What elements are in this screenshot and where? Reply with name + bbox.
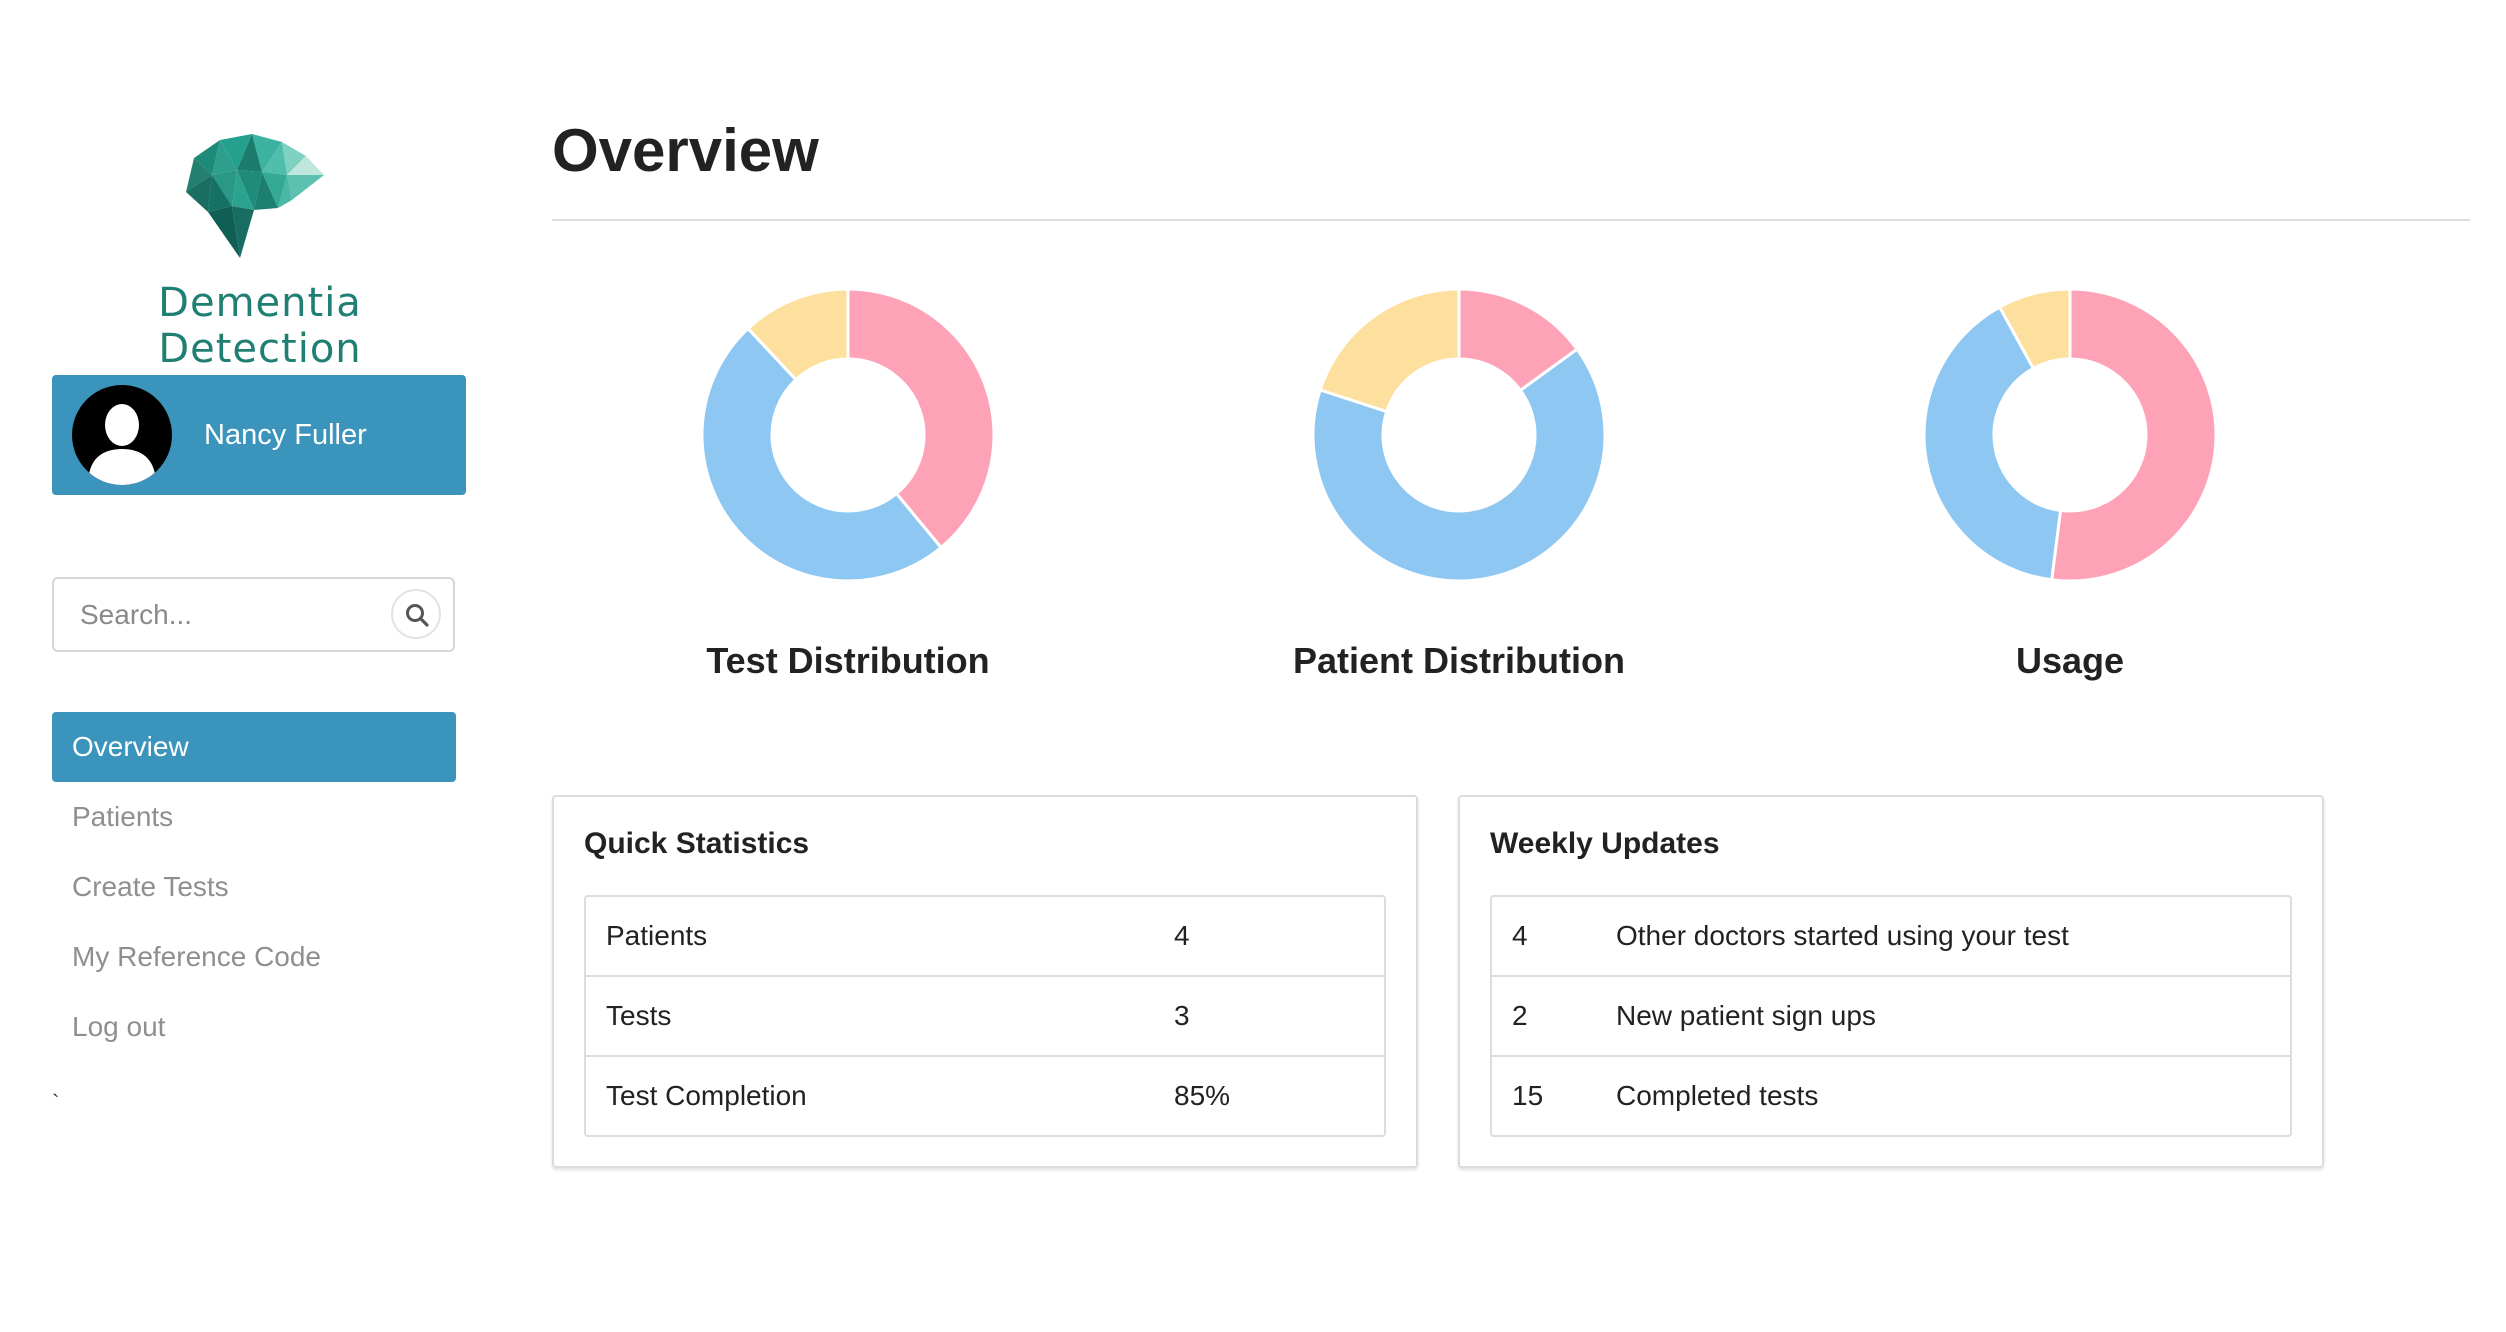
search-icon	[406, 604, 429, 627]
chart-title: Patient Distribution	[1293, 640, 1625, 681]
card-title: Quick Statistics	[584, 827, 810, 860]
usage-donut	[1922, 287, 2218, 583]
donut-slice-0	[2050, 287, 2218, 583]
table-row: 15 Completed tests	[1492, 1055, 2290, 1135]
chart-title: Test Distribution	[706, 640, 990, 681]
stat-label: Tests	[606, 1000, 672, 1031]
page-title: Overview	[552, 117, 819, 184]
update-count: 15	[1512, 1080, 1544, 1111]
update-text: Completed tests	[1616, 1080, 1819, 1111]
sidebar-item-log-out[interactable]: Log out	[52, 992, 456, 1062]
user-silhouette-icon	[72, 385, 172, 485]
quick-statistics-card: Quick Statistics Patients 4 Tests 3 Test…	[552, 795, 1418, 1168]
search-box	[52, 577, 455, 652]
brand-name: Dementia Detection	[158, 280, 362, 372]
quick-statistics-table: Patients 4 Tests 3 Test Completion 85%	[584, 895, 1386, 1137]
stray-mark: `	[52, 1090, 60, 1115]
usage-chart: Usage	[1770, 285, 2370, 705]
sidebar-item-create-tests[interactable]: Create Tests	[52, 852, 456, 922]
sidebar-item-my-reference-code[interactable]: My Reference Code	[52, 922, 456, 992]
brand-logo: Dementia Detection	[52, 130, 468, 372]
search-input[interactable]	[54, 579, 400, 650]
card-title: Weekly Updates	[1490, 827, 1720, 860]
update-text: New patient sign ups	[1616, 1000, 1876, 1031]
update-text: Other doctors started using your test	[1616, 920, 2069, 951]
patient-distribution-chart: Patient Distribution	[1159, 285, 1759, 705]
brain-logo-icon	[186, 134, 324, 258]
sidebar-item-patients[interactable]: Patients	[52, 782, 456, 852]
weekly-updates-table: 4 Other doctors started using your test …	[1490, 895, 2292, 1137]
user-profile-card[interactable]: Nancy Fuller	[52, 375, 466, 495]
stat-value: 85%	[1174, 1080, 1231, 1111]
stat-label: Patients	[606, 920, 708, 951]
table-row: Patients 4	[586, 897, 1384, 975]
update-count: 4	[1512, 920, 1528, 951]
table-row: Test Completion 85%	[586, 1055, 1384, 1135]
table-row: 4 Other doctors started using your test	[1492, 897, 2290, 975]
stat-value: 4	[1174, 920, 1190, 951]
test-distribution-chart: Test Distribution	[548, 285, 1148, 705]
update-count: 2	[1512, 1000, 1528, 1031]
stat-label: Test Completion	[606, 1080, 807, 1111]
chart-title: Usage	[2015, 640, 2125, 681]
user-name: Nancy Fuller	[204, 419, 367, 451]
sidebar-item-overview[interactable]: Overview	[52, 712, 456, 782]
table-row: Tests 3	[586, 975, 1384, 1055]
stat-value: 3	[1174, 1000, 1190, 1031]
donut-slice-2	[1318, 287, 1461, 414]
patient-distribution-donut	[1311, 287, 1607, 583]
title-divider	[552, 219, 2470, 221]
table-row: 2 New patient sign ups	[1492, 975, 2290, 1055]
weekly-updates-card: Weekly Updates 4 Other doctors started u…	[1458, 795, 2324, 1168]
sidebar-nav: Overview Patients Create Tests My Refere…	[52, 712, 456, 1062]
search-button[interactable]	[391, 589, 441, 639]
test-distribution-donut	[700, 287, 996, 583]
